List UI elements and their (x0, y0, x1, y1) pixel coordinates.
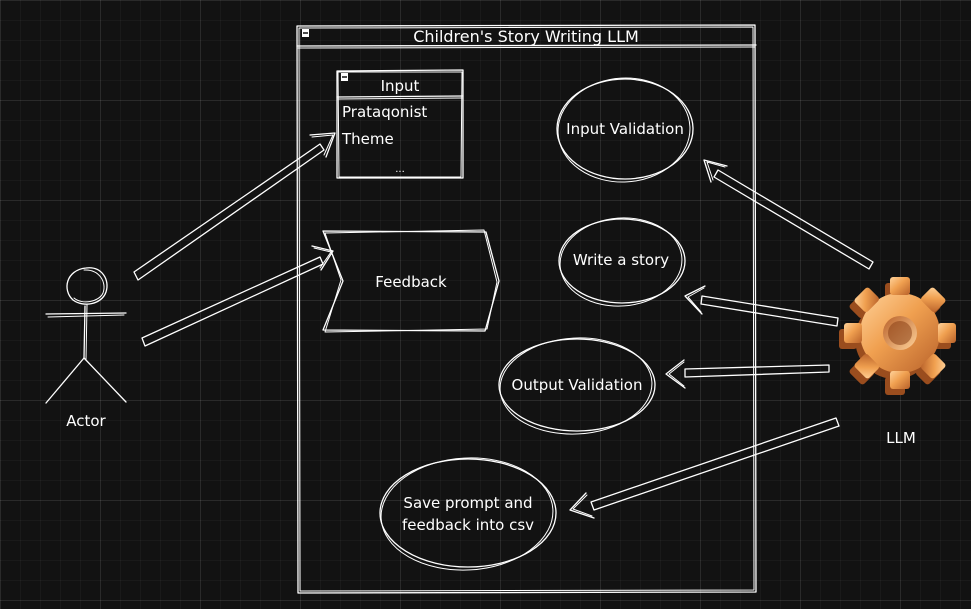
feedback-shape[interactable]: Feedback (322, 229, 500, 333)
use-case-write-story-label: Write a story (573, 251, 669, 269)
use-case-write-story[interactable]: Write a story (557, 214, 686, 310)
use-case-input-validation[interactable]: Input Validation (555, 75, 694, 186)
diagram-canvas: Children's Story Writing LLM Input Prata… (0, 0, 971, 609)
system-title: Children's Story Writing LLM (413, 27, 639, 46)
input-box[interactable]: Input Prataqonist Theme ... (336, 69, 464, 179)
arrow-llm-to-write-story (684, 285, 839, 327)
arrow-llm-to-output-validation (665, 359, 830, 389)
use-case-output-validation[interactable]: Output Validation (498, 334, 656, 438)
actor-label: Actor (66, 412, 106, 430)
use-case-diagram: Children's Story Writing LLM Input Prata… (45, 24, 956, 594)
input-field-more: ... (395, 164, 405, 175)
use-case-output-validation-label: Output Validation (512, 376, 643, 394)
arrow-actor-to-feedback (141, 245, 334, 347)
use-case-save-csv-label-line1: Save prompt and (403, 494, 532, 512)
use-case-input-validation-label: Input Validation (566, 120, 684, 138)
use-case-save-csv[interactable]: Save prompt and feedback into csv (378, 454, 557, 575)
llm-label: LLM (886, 429, 916, 447)
input-box-title: Input (381, 77, 420, 95)
llm-gear-icon: LLM (839, 277, 956, 447)
feedback-label: Feedback (375, 273, 447, 291)
arrow-actor-to-input (133, 132, 336, 281)
actor-stick-figure-icon: Actor (45, 267, 127, 430)
input-field-theme: Theme (341, 130, 394, 148)
use-case-save-csv-label-line2: feedback into csv (402, 516, 534, 534)
arrow-llm-to-save-csv (569, 417, 840, 519)
arrow-llm-to-input-validation (703, 159, 874, 270)
input-field-protagonist: Prataqonist (342, 103, 427, 121)
